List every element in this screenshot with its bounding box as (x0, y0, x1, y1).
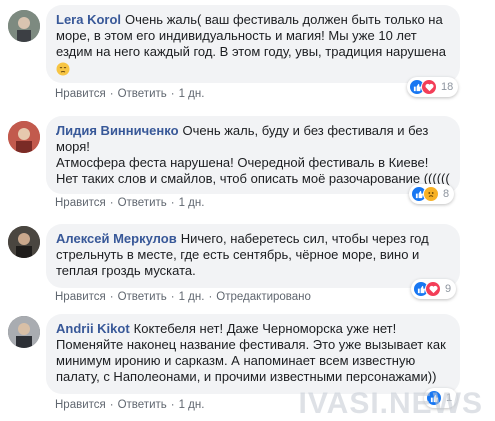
edited-label[interactable]: Отредактировано (216, 291, 311, 303)
author-name[interactable]: Алексей Меркулов (56, 231, 177, 246)
reply-link[interactable]: Ответить (118, 88, 167, 100)
reaction-count: 9 (445, 283, 452, 295)
reactions-summary[interactable]: 9 (411, 279, 457, 299)
avatar[interactable] (8, 226, 40, 258)
like-link[interactable]: Нравится (55, 399, 106, 411)
comment-bubble: Lera Korol Очень жаль( ваш фестиваль долж… (46, 5, 460, 83)
reaction-count: 18 (441, 81, 454, 93)
timestamp[interactable]: 1 дн. (179, 399, 205, 411)
like-link[interactable]: Нравится (55, 88, 106, 100)
timestamp[interactable]: 1 дн. (179, 88, 205, 100)
like-link[interactable]: Нравится (55, 197, 106, 209)
author-name[interactable]: Лидия Винниченко (56, 123, 179, 138)
comment-bubble: Andrii Kikot Коктебеля нет! Даже Черномор… (46, 314, 460, 394)
reaction-count: 8 (443, 188, 450, 200)
reply-link[interactable]: Ответить (118, 197, 167, 209)
author-name[interactable]: Lera Korol (56, 12, 121, 27)
author-name[interactable]: Andrii Kikot (56, 321, 130, 336)
watermark: IVASI.NEWS (298, 387, 483, 420)
reply-link[interactable]: Ответить (118, 399, 167, 411)
comment-actions: Нравится · Ответить · 1 дн. (55, 88, 205, 100)
avatar[interactable] (8, 316, 40, 348)
like-link[interactable]: Нравится (55, 291, 106, 303)
reactions-summary[interactable]: 18 (407, 77, 459, 97)
comment-text: Атмосфера феста нарушена! Очередной фест… (56, 155, 450, 186)
love-icon (425, 281, 441, 297)
avatar[interactable] (8, 10, 40, 42)
comment-actions: Нравится · Ответить · 1 дн. (55, 197, 205, 209)
avatar[interactable] (8, 121, 40, 153)
timestamp[interactable]: 1 дн. (179, 197, 205, 209)
comment-bubble: Лидия Винниченко Очень жаль, буду и без ф… (46, 116, 460, 194)
timestamp[interactable]: 1 дн. (179, 291, 205, 303)
reactions-summary[interactable]: 8 (409, 184, 455, 204)
comment-actions: Нравится · Ответить · 1 дн. (55, 399, 205, 411)
reply-link[interactable]: Ответить (118, 291, 167, 303)
pensive-face-emoji-icon (56, 62, 70, 76)
love-icon (421, 79, 437, 95)
sad-icon (423, 186, 439, 202)
comment-actions: Нравится · Ответить · 1 дн. · Отредактировано (55, 291, 311, 303)
comment-bubble: Алексей Меркулов Ничего, наберетесь сил, … (46, 224, 460, 288)
